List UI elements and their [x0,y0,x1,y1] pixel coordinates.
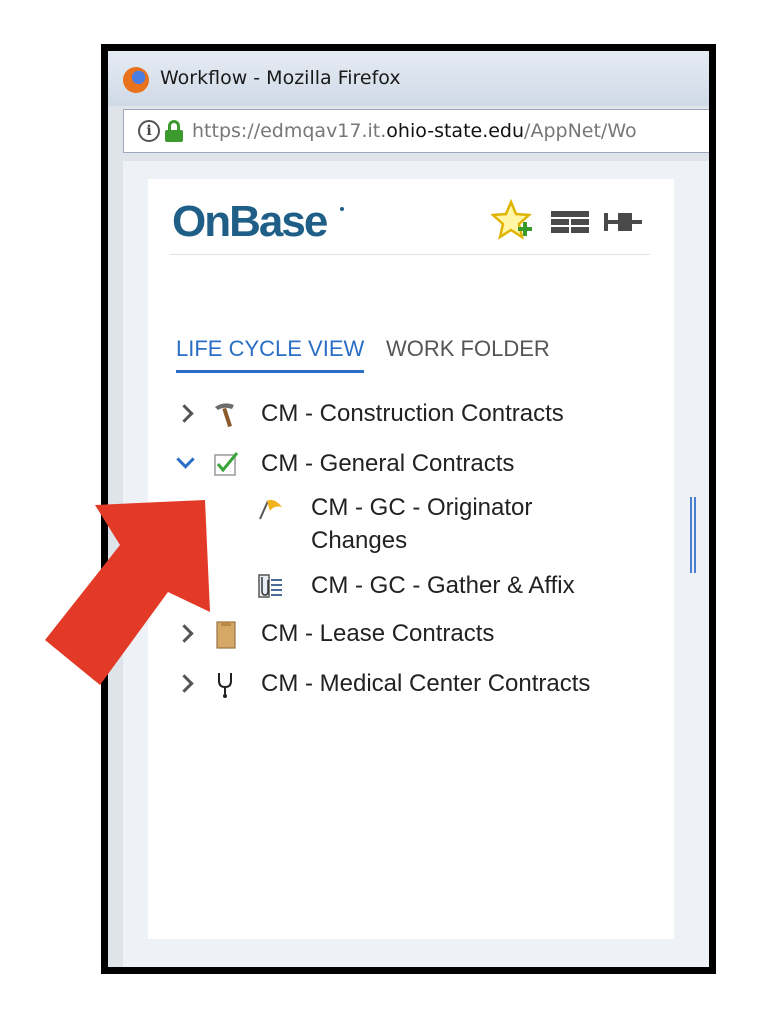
tree-item-medical-center-contracts[interactable]: CM - Medical Center Contracts [176,667,646,701]
flag-icon [259,499,282,520]
scrollbar-thumb[interactable] [690,497,696,573]
chevron-right-icon[interactable] [176,623,196,645]
layout-icon[interactable] [551,211,589,233]
tree-item-general-contracts[interactable]: CM - General Contracts [176,447,636,481]
tree-child-label-line2: Changes [311,527,408,554]
firefox-icon [123,67,149,93]
stethoscope-icon [218,673,232,698]
tree-item-lease-contracts[interactable]: CM - Lease Contracts [176,617,636,651]
tree-item-label: CM - Lease Contracts [261,620,495,647]
tree-child-originator-changes[interactable]: CM - GC - Originator Changes [176,491,636,561]
tree-item-label: CM - Construction Contracts [261,400,564,427]
chevron-right-icon[interactable] [176,673,196,695]
chevron-down-icon[interactable] [176,453,196,475]
onbase-logo: OnBase [172,197,328,246]
url-path: /AppNet/Wo [524,120,637,142]
window-title: Workflow - Mozilla Firefox [160,67,401,89]
address-bar[interactable]: i https://edmqav17.it.ohio-state.edu/App… [123,109,709,153]
chevron-right-icon[interactable] [176,403,196,425]
document-clip-icon [258,574,282,598]
workflow-panel: OnBase LIFE CYCLE VIEW WORK FOLDER CM - … [148,179,674,939]
tab-life-cycle-view[interactable]: LIFE CYCLE VIEW [176,336,365,373]
add-favorite-star-icon[interactable] [491,199,535,243]
lock-icon[interactable] [165,120,183,142]
tree-item-construction-contracts[interactable]: CM - Construction Contracts [176,397,636,431]
hammer-icon [215,403,234,428]
url-text[interactable]: https://edmqav17.it.ohio-state.edu/AppNe… [192,120,637,142]
pin-icon[interactable] [604,209,642,235]
url-prefix: https://edmqav17.it. [192,120,387,142]
tab-work-folder[interactable]: WORK FOLDER [386,336,550,370]
header-divider [170,254,650,255]
logo-mark [340,207,344,211]
tree-item-label: CM - General Contracts [261,450,515,477]
page-content: OnBase LIFE CYCLE VIEW WORK FOLDER CM - … [123,161,709,967]
title-bar: Workflow - Mozilla Firefox [108,51,709,106]
tree-child-label: CM - GC - Gather & Affix [311,572,575,599]
checkbox-icon [214,452,239,476]
tree-item-label: CM - Medical Center Contracts [261,670,591,697]
folder-envelope-icon [216,621,236,649]
tree-child-label-line1: CM - GC - Originator [311,494,533,521]
tree-child-gather-affix[interactable]: CM - GC - Gather & Affix [176,569,636,603]
browser-window: Workflow - Mozilla Firefox i https://edm… [101,44,716,974]
url-domain: ohio-state.edu [386,120,525,142]
info-icon[interactable]: i [138,120,160,142]
